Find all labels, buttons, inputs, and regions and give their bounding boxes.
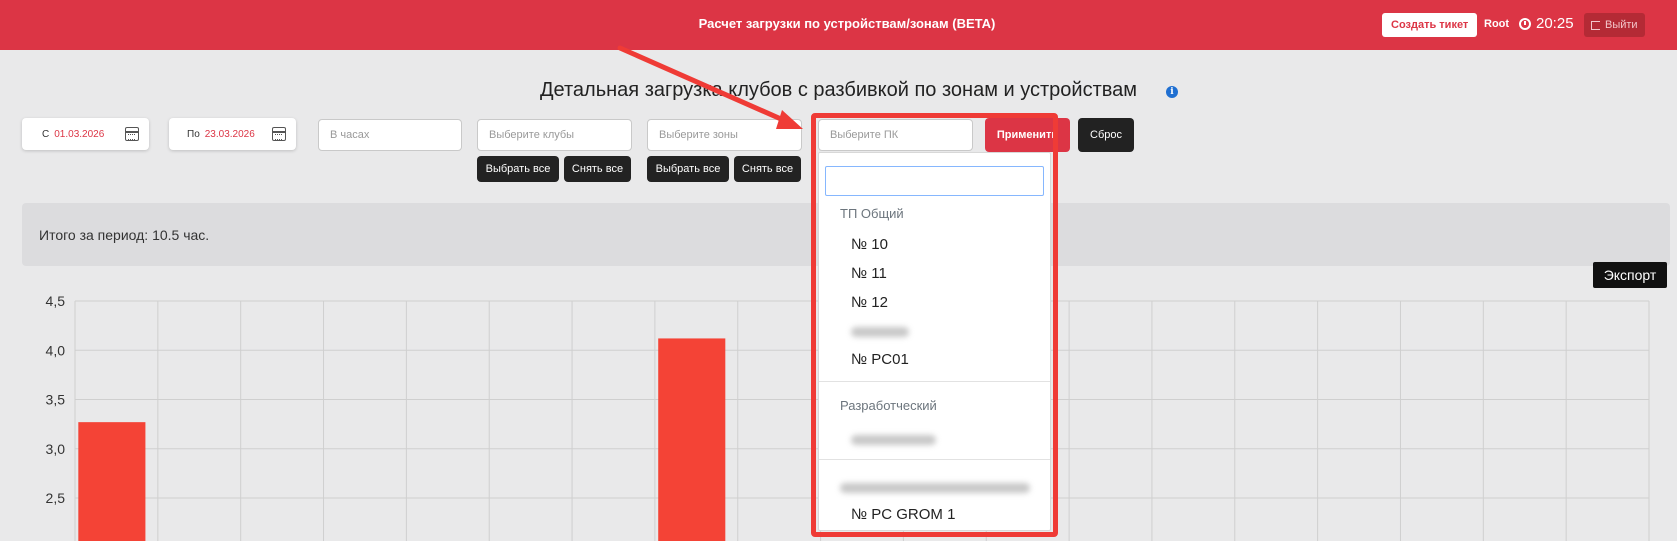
zones-select-all-button[interactable]: Выбрать все [647,156,729,182]
date-to-picker[interactable]: По 23.03.2026 [169,118,296,150]
y-tick-label: 3,0 [46,441,66,457]
date-to-value: 23.03.2026 [204,128,255,140]
reset-button[interactable]: Сброс [1078,118,1134,152]
y-tick-label: 4,0 [46,342,66,358]
calendar-icon[interactable] [272,127,286,141]
hours-input[interactable]: В часах [318,119,462,151]
date-from-picker[interactable]: С 01.03.2026 [22,118,149,150]
clubs-deselect-all-button[interactable]: Снять все [564,156,631,182]
date-to-prefix: По [187,128,200,140]
clubs-select-all-button[interactable]: Выбрать все [477,156,559,182]
y-tick-label: 4,5 [46,293,66,309]
zones-select[interactable]: Выберите зоны [647,119,802,151]
page-title: Детальная загрузка клубов с разбивкой по… [539,79,1138,101]
date-from-prefix: С [42,128,50,140]
info-icon[interactable]: i [1166,86,1178,98]
calendar-icon[interactable] [125,127,139,141]
annotation-highlight-box [811,113,1058,537]
export-button[interactable]: Экспорт [1593,262,1667,288]
zones-deselect-all-button[interactable]: Снять все [734,156,801,182]
total-period: Итого за период: 10.5 час. [39,227,210,243]
y-tick-label: 3,5 [46,392,66,408]
y-tick-label: 2,5 [46,490,66,506]
chart-bar[interactable] [658,338,726,541]
chart-bar[interactable] [78,422,146,541]
clubs-select[interactable]: Выберите клубы [477,119,632,151]
date-from-value: 01.03.2026 [54,128,105,140]
